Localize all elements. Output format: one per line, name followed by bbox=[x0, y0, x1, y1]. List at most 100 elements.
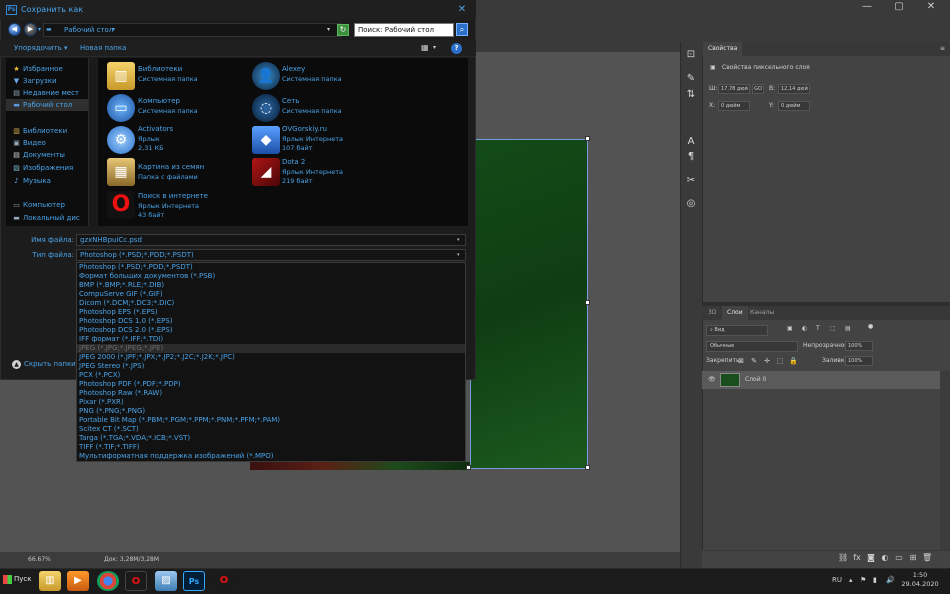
system-clock[interactable]: 1:50 29.04.2020 bbox=[900, 571, 940, 589]
sidebar-item-libraries[interactable]: ▥ Библиотеки bbox=[6, 125, 88, 137]
filetype-option[interactable]: Мультиформатная поддержка изображений (*… bbox=[77, 452, 465, 461]
x-field[interactable]: 0 дюйм bbox=[718, 101, 750, 111]
filter-pixel-icon[interactable]: ▣ bbox=[787, 324, 793, 334]
lock-position-icon[interactable]: ✛ bbox=[763, 357, 771, 365]
filter-shape-icon[interactable]: ⬚ bbox=[830, 324, 836, 334]
libraries-folder-icon[interactable]: ▥ bbox=[107, 62, 135, 90]
forward-arrow-icon[interactable]: ▶ bbox=[24, 23, 37, 36]
filetype-option[interactable]: JPEG 2000 (*.JPF;*.JPX;*.JP2;*.J2C;*.J2K… bbox=[77, 353, 465, 362]
filter-toggle-icon[interactable]: ● bbox=[868, 322, 873, 332]
layer-name[interactable]: Слой 0 bbox=[745, 375, 766, 385]
filetype-option[interactable]: Формат больших документов (*.PSB) bbox=[77, 272, 465, 281]
shape-icon[interactable]: ◎ bbox=[684, 197, 698, 211]
new-layer-icon[interactable]: ⊞ bbox=[908, 553, 918, 563]
adjust-icon[interactable]: ⇅ bbox=[684, 88, 698, 102]
file-item-name[interactable]: Картина из семян bbox=[138, 163, 204, 172]
chrome-icon[interactable] bbox=[97, 571, 119, 591]
close-icon[interactable]: ✕ bbox=[456, 4, 468, 16]
view-options-icon[interactable]: ▦ bbox=[421, 43, 431, 53]
link-dimensions-button[interactable]: GO bbox=[752, 84, 764, 94]
sidebar-item-desktop[interactable]: ▬ Рабочий стол bbox=[6, 99, 88, 111]
sidebar-item-downloads[interactable]: ▼ Загрузки bbox=[6, 75, 88, 87]
filetype-option[interactable]: CompuServe GIF (*.GIF) bbox=[77, 290, 465, 299]
media-player-icon[interactable]: ▶ bbox=[67, 571, 89, 591]
computer-icon[interactable]: ▭ bbox=[107, 94, 135, 122]
filetype-option[interactable]: PCX (*.PCX) bbox=[77, 371, 465, 380]
network-tray-icon[interactable]: ▮ bbox=[873, 575, 877, 585]
photoshop-icon[interactable]: Ps bbox=[183, 571, 205, 591]
address-chevron-icon[interactable]: ▾ bbox=[112, 24, 115, 36]
search-input[interactable]: Поиск: Рабочий стол bbox=[354, 23, 454, 37]
address-path[interactable]: Рабочий стол bbox=[64, 24, 113, 36]
opera-icon[interactable]: O bbox=[213, 571, 235, 591]
language-indicator[interactable]: RU bbox=[832, 575, 842, 585]
filename-input[interactable]: gzxNHBpuiCc.psd bbox=[76, 234, 466, 246]
group-icon[interactable]: ▭ bbox=[894, 553, 904, 563]
flag-icon[interactable]: ⚑ bbox=[860, 575, 866, 585]
layer-style-icon[interactable]: fx bbox=[852, 553, 862, 563]
filetype-option[interactable]: Pixar (*.PXR) bbox=[77, 398, 465, 407]
sidebar-item-documents[interactable]: ▤ Документы bbox=[6, 149, 88, 161]
new-folder-button[interactable]: Новая папка bbox=[80, 43, 126, 54]
filetype-option[interactable]: Photoshop EPS (*.EPS) bbox=[77, 308, 465, 317]
maximize-icon[interactable]: ▢ bbox=[888, 0, 910, 14]
refresh-icon[interactable]: ↻ bbox=[337, 24, 349, 36]
file-item-name[interactable]: Библиотеки bbox=[138, 65, 182, 74]
tab-properties[interactable]: Свойства bbox=[703, 42, 743, 56]
panel-menu-icon[interactable]: ≡ bbox=[940, 44, 945, 54]
filetype-option[interactable]: Photoshop Raw (*.RAW) bbox=[77, 389, 465, 398]
dota2-shortcut-icon[interactable]: ◢ bbox=[252, 158, 280, 186]
layer-mask-icon[interactable]: ◙ bbox=[866, 553, 876, 563]
file-item-name[interactable]: Dota 2 bbox=[282, 158, 305, 167]
filetype-option[interactable]: Photoshop (*.PSD;*.PDD;*.PSDT) bbox=[77, 263, 465, 272]
document-canvas[interactable] bbox=[470, 139, 588, 469]
tab-3d[interactable]: 3D bbox=[703, 306, 721, 320]
layer-kind-filter[interactable]: ⌕ Вид bbox=[706, 325, 768, 336]
sidebar-item-music[interactable]: ♪ Музыка bbox=[6, 175, 88, 187]
nav-scrollbar[interactable] bbox=[88, 58, 96, 226]
link-layers-icon[interactable]: ⛓ bbox=[838, 553, 848, 563]
filetype-option[interactable]: Photoshop PDF (*.PDF;*.PDP) bbox=[77, 380, 465, 389]
file-item-name[interactable]: Поиск в интернете bbox=[138, 192, 208, 201]
brush-icon[interactable]: ✎ bbox=[684, 72, 698, 86]
address-dropdown-icon[interactable]: ▾ bbox=[327, 24, 330, 36]
file-item-name[interactable]: Alexey bbox=[282, 65, 305, 74]
transform-handle[interactable] bbox=[585, 300, 590, 305]
filetype-option[interactable]: PNG (*.PNG;*.PNG) bbox=[77, 407, 465, 416]
search-icon[interactable]: ⌕ bbox=[456, 23, 468, 36]
file-item-name[interactable]: Activators bbox=[138, 125, 173, 134]
sidebar-item-favorites[interactable]: ★ Избранное bbox=[6, 63, 88, 75]
filetype-option[interactable]: Portable Bit Map (*.PBM;*.PGM;*.PPM;*.PN… bbox=[77, 416, 465, 425]
filetype-option[interactable]: IFF формат (*.IFF;*.TDI) bbox=[77, 335, 465, 344]
sidebar-item-video[interactable]: ▣ Видео bbox=[6, 137, 88, 149]
zoom-level[interactable]: 66.67% bbox=[28, 552, 51, 568]
transform-handle[interactable] bbox=[466, 465, 471, 470]
tab-layers[interactable]: Слои bbox=[722, 306, 748, 320]
filetype-option[interactable]: Targa (*.TGA;*.VDA;*.ICB;*.VST) bbox=[77, 434, 465, 443]
width-field[interactable]: 17,78 дюй bbox=[718, 84, 750, 94]
filetype-dropdown-icon[interactable]: ▾ bbox=[457, 250, 460, 260]
volume-icon[interactable]: 🔊 bbox=[886, 575, 895, 585]
filter-adjustment-icon[interactable]: ◐ bbox=[802, 324, 807, 334]
folder-icon[interactable]: ▦ bbox=[107, 158, 135, 186]
tab-channels[interactable]: Каналы bbox=[745, 306, 779, 320]
filetype-option[interactable]: TIFF (*.TIF;*.TIFF) bbox=[77, 443, 465, 452]
y-field[interactable]: 0 дюйм bbox=[778, 101, 810, 111]
sidebar-item-images[interactable]: ▨ Изображения bbox=[6, 162, 88, 174]
opera-icon[interactable]: O bbox=[125, 571, 147, 591]
transform-handle[interactable] bbox=[585, 465, 590, 470]
lock-transparent-icon[interactable]: ⊠ bbox=[737, 357, 745, 365]
start-button[interactable]: Пуск bbox=[3, 573, 31, 585]
file-item-name[interactable]: OVGorskiy.ru bbox=[282, 125, 327, 134]
hide-folders-button[interactable]: ▲ Скрыть папки bbox=[12, 358, 76, 370]
filetype-option[interactable]: Dicom (*.DCM;*.DC3;*.DIC) bbox=[77, 299, 465, 308]
history-icon[interactable]: ⊡ bbox=[684, 48, 698, 62]
sidebar-item-recent[interactable]: ▤ Недавние мест bbox=[6, 87, 88, 99]
character-icon[interactable]: A bbox=[684, 135, 698, 149]
lock-all-icon[interactable]: 🔒 bbox=[789, 357, 798, 365]
transform-handle[interactable] bbox=[585, 136, 590, 141]
lock-image-icon[interactable]: ✎ bbox=[750, 357, 758, 365]
layers-scrollbar[interactable] bbox=[940, 371, 950, 550]
activators-shortcut-icon[interactable]: ⚙ bbox=[107, 126, 135, 154]
filter-type-icon[interactable]: T bbox=[816, 324, 820, 334]
